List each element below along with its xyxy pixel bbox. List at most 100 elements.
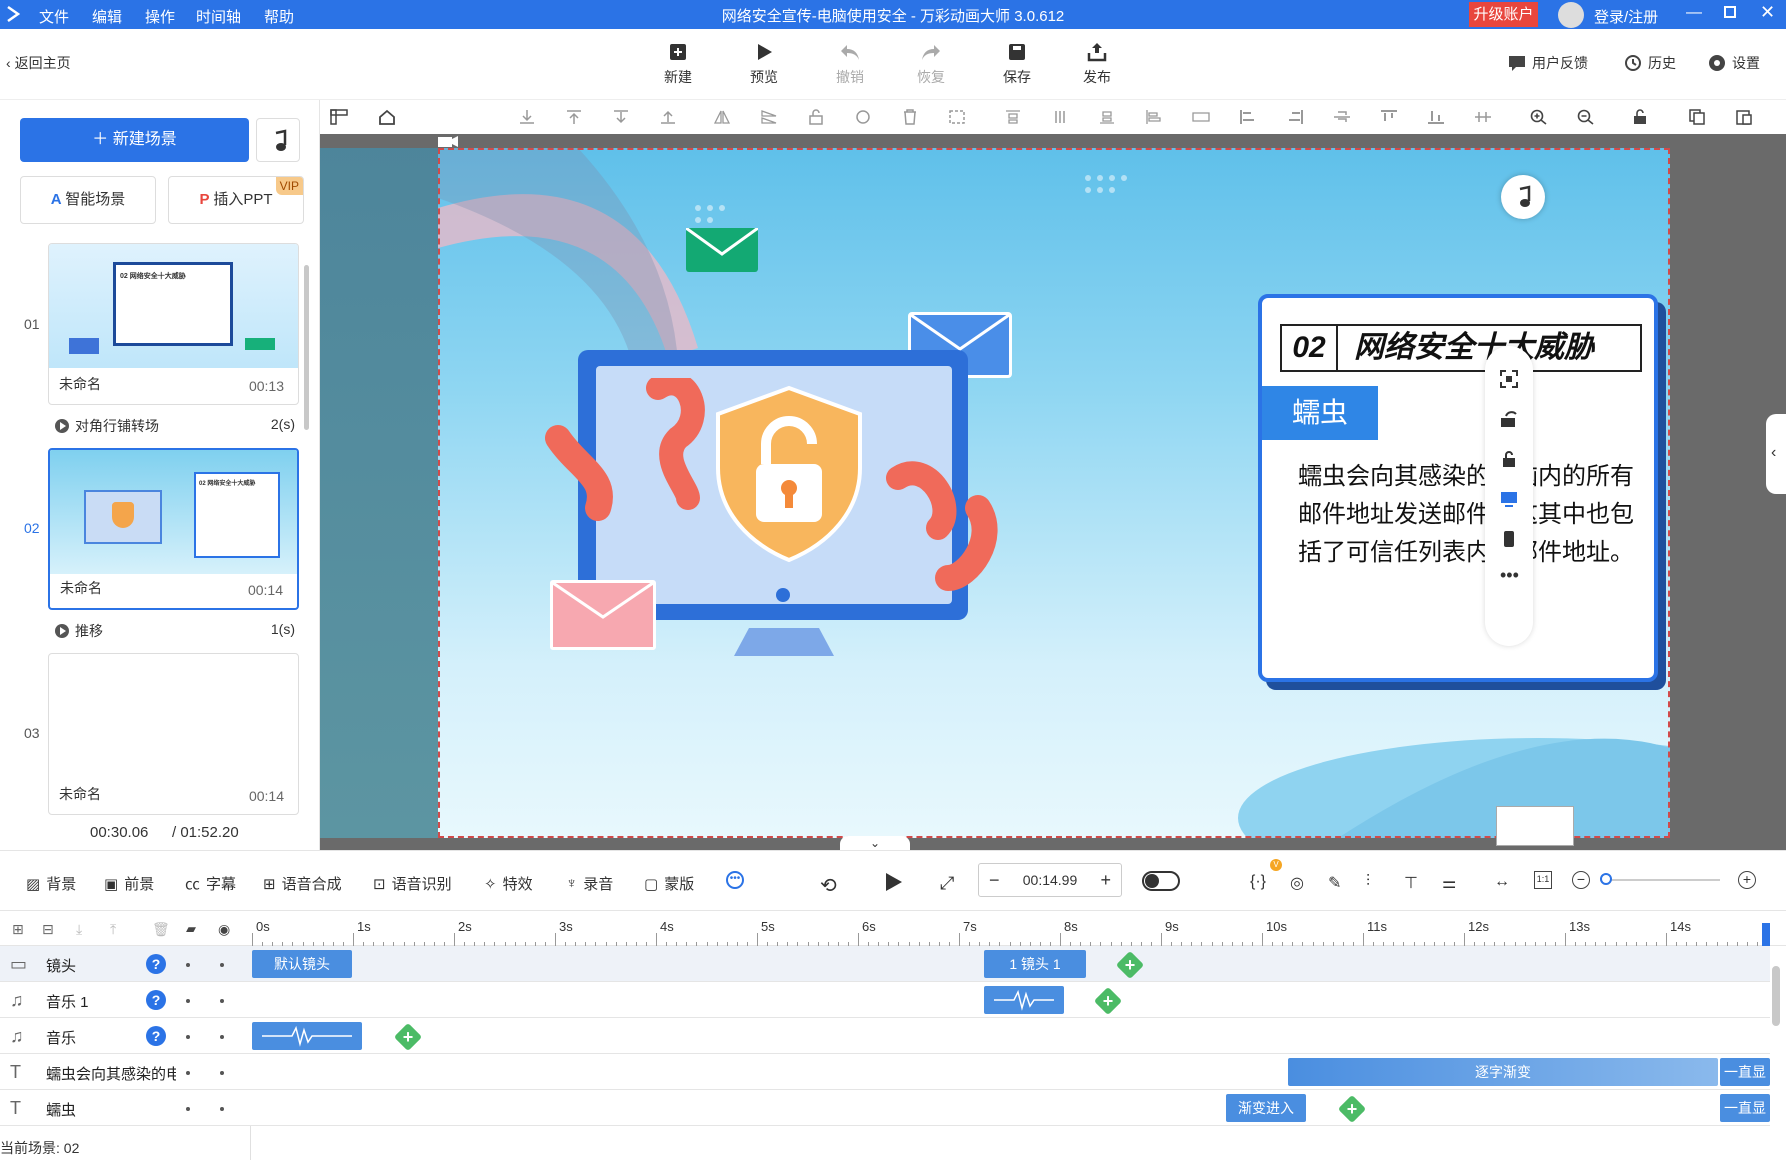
save-button[interactable]: 保存	[989, 41, 1045, 87]
add-clip-icon[interactable]	[393, 1022, 423, 1052]
scene-music-button[interactable]	[256, 118, 300, 162]
visibility-dot[interactable]	[220, 963, 224, 967]
split-icon[interactable]: ⫶	[1366, 873, 1370, 891]
preview-button[interactable]: 预览	[736, 41, 792, 87]
track-music-1[interactable]: ♫ 音乐 1 ?	[0, 982, 1770, 1018]
toggle-switch[interactable]	[1142, 871, 1180, 891]
clip-camera-1[interactable]: 1 镜头 1	[984, 950, 1086, 978]
more-icon[interactable]: •••	[1500, 566, 1519, 588]
add-clip-icon[interactable]	[1337, 1094, 1367, 1124]
add-clip-icon[interactable]	[1115, 950, 1145, 980]
zoom-in-icon[interactable]	[1530, 109, 1548, 125]
edit-icon[interactable]: ✎	[1328, 873, 1341, 893]
maximize-button[interactable]	[1724, 6, 1736, 18]
time-input[interactable]: − 00:14.99 +	[978, 863, 1122, 897]
scene-scrollbar[interactable]	[304, 265, 309, 430]
align-center-icon[interactable]	[1051, 109, 1069, 125]
add-layer-icon[interactable]: ⊞	[12, 921, 24, 938]
align-middle-icon[interactable]	[1333, 109, 1351, 125]
canvas-music-button[interactable]	[1501, 175, 1545, 219]
upgrade-button[interactable]: 升级账户	[1469, 2, 1538, 27]
rotate-icon[interactable]	[854, 109, 872, 125]
zoom-in-icon[interactable]: +	[1738, 871, 1756, 889]
publish-button[interactable]: 发布	[1069, 41, 1125, 87]
lock-icon[interactable]	[807, 109, 825, 125]
scene-thumb-2[interactable]: 02 网络安全十大威胁 未命名 00:14	[48, 448, 299, 610]
move-bottom-icon[interactable]	[518, 109, 536, 125]
tts-tool[interactable]: ⊞ 语音合成	[263, 873, 342, 894]
mask-tool[interactable]: ▢ 蒙版	[644, 873, 694, 894]
help-icon[interactable]: ?	[146, 1026, 166, 1046]
fit-screen-icon[interactable]	[1500, 370, 1518, 388]
unlock-icon[interactable]	[1631, 109, 1649, 125]
lock-view-icon[interactable]	[1500, 450, 1518, 468]
settings-button[interactable]: 设置	[1708, 53, 1760, 73]
camera-icon[interactable]: ◎	[1290, 873, 1304, 893]
clip-default-camera[interactable]: 默认镜头	[252, 950, 352, 978]
clip-always-show[interactable]: 一直显	[1720, 1058, 1770, 1086]
move-down-icon[interactable]	[612, 109, 630, 125]
minus-icon[interactable]: −	[989, 864, 1000, 896]
adjust-icon[interactable]: ⚌	[1442, 873, 1456, 893]
play-button[interactable]	[882, 871, 904, 896]
record-tool[interactable]: ♆ 录音	[566, 873, 613, 894]
zoom-out-icon[interactable]: −	[1572, 871, 1590, 889]
flip-horizontal-icon[interactable]	[713, 109, 731, 125]
transition-row[interactable]: 推移 1(s)	[55, 621, 295, 641]
zoom-slider-handle[interactable]	[1600, 873, 1612, 885]
zoom-slider[interactable]	[1600, 879, 1720, 881]
info-card[interactable]: 02 网络安全十大威胁 蠕虫 蠕虫会向其感染的电脑内的所有邮件地址发送邮件，这其中…	[1258, 294, 1658, 682]
collapse-panel-button[interactable]: ‹	[1766, 414, 1786, 494]
clip-typewriter[interactable]: 逐字渐变	[1288, 1058, 1718, 1086]
back-home-button[interactable]: ‹ 返回主页	[6, 53, 71, 73]
trash-icon[interactable]: 🗑	[152, 921, 170, 938]
home-icon[interactable]	[378, 109, 396, 125]
add-clip-icon[interactable]	[1093, 986, 1123, 1016]
clip-audio-waveform[interactable]	[252, 1022, 362, 1050]
move-up-layer-icon[interactable]: ⤒	[110, 921, 116, 938]
fullscreen-icon[interactable]: ⤢	[940, 873, 954, 894]
align-left-2-icon[interactable]	[1239, 109, 1257, 125]
copy-icon[interactable]	[1688, 109, 1706, 125]
background-tool[interactable]: ▨ 背景	[26, 873, 76, 894]
tracks-scrollbar[interactable]	[1772, 966, 1780, 1026]
avatar[interactable]	[1558, 2, 1584, 28]
flip-vertical-icon[interactable]	[760, 109, 778, 125]
subtitle-tool[interactable]: ㏄字幕	[185, 873, 236, 894]
redo-button[interactable]: 恢复	[903, 41, 959, 87]
clip-audio-waveform[interactable]	[984, 986, 1064, 1014]
feedback-button[interactable]: 用户反馈	[1508, 53, 1588, 73]
minimize-button[interactable]: —	[1686, 4, 1702, 22]
align-top-2-icon[interactable]	[1380, 109, 1398, 125]
login-link[interactable]: 登录/注册	[1594, 6, 1658, 27]
align-bottom-2-icon[interactable]	[1427, 109, 1445, 125]
align-left-icon[interactable]	[1145, 109, 1163, 125]
track-text-body[interactable]: T 蠕虫会向其感染的电 逐字渐变 一直显	[0, 1054, 1770, 1090]
eye-icon[interactable]: ◉	[218, 921, 230, 938]
insert-ppt-button[interactable]: P 插入PPT VIP	[168, 176, 304, 224]
move-down-layer-icon[interactable]: ⤓	[76, 921, 82, 938]
distribute-v-icon[interactable]	[1474, 109, 1492, 125]
move-up-icon[interactable]	[659, 109, 677, 125]
zoom-out-icon[interactable]	[1577, 109, 1595, 125]
replay-icon[interactable]: ⟲	[820, 873, 837, 898]
help-icon[interactable]: ?	[146, 954, 166, 974]
chevron-down-icon[interactable]: ⌄	[840, 836, 910, 850]
plus-icon[interactable]: +	[1100, 864, 1111, 896]
align-bottom-icon[interactable]	[1098, 109, 1116, 125]
lock-dot[interactable]	[186, 963, 190, 967]
asr-tool[interactable]: ⊡ 语音识别	[373, 873, 452, 894]
clip-fade-in[interactable]: 渐变进入	[1226, 1094, 1306, 1122]
track-music[interactable]: ♫ 音乐 ?	[0, 1018, 1770, 1054]
desktop-view-icon[interactable]	[1500, 490, 1518, 508]
timeline-ruler[interactable]: ⊞ ⊟ ⤓ ⤒ 🗑 ▰ ◉ 0s 1s 2s 3s 4s 5s 6s 7s 8s 9s 10s 11s…	[0, 910, 1786, 947]
foreground-tool[interactable]: ▣ 前景	[104, 873, 154, 894]
distribute-h-icon[interactable]	[1192, 109, 1210, 125]
actual-size-icon[interactable]: 1:1	[1534, 871, 1552, 889]
paste-icon[interactable]	[1735, 109, 1753, 125]
help-icon[interactable]: ?	[146, 990, 166, 1010]
new-button[interactable]: 新建	[650, 41, 706, 87]
align-right-icon[interactable]	[1286, 109, 1304, 125]
track-camera[interactable]: ▭ 镜头 ? 默认镜头 1 镜头 1	[0, 946, 1770, 982]
filter-icon[interactable]: ⊤	[1404, 873, 1418, 893]
